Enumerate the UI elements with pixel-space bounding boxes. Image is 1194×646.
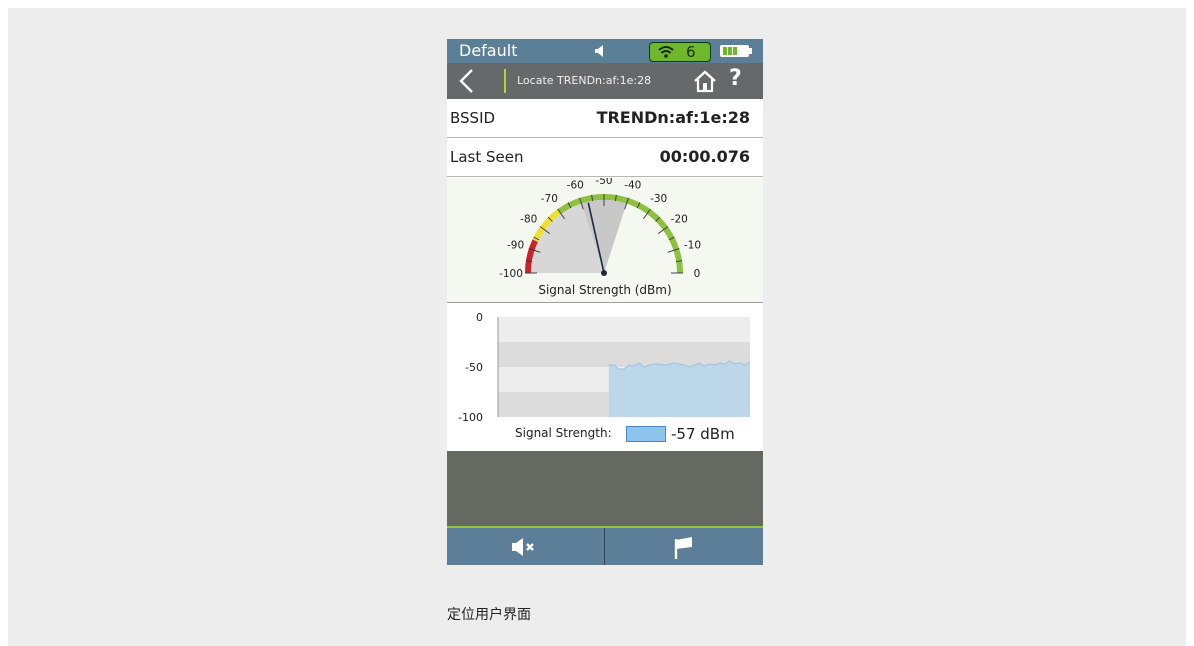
last-seen-value: 00:00.076 xyxy=(659,147,750,166)
nav-title: Locate TRENDn:af:1e:28 xyxy=(517,74,652,87)
legend-value: -57 dBm xyxy=(671,425,735,443)
chart-data-point xyxy=(678,363,680,365)
bssid-row: BSSID TRENDn:af:1e:28 xyxy=(447,99,763,138)
wifi-icon xyxy=(658,46,674,58)
chevron-left-icon[interactable] xyxy=(457,68,477,94)
home-icon[interactable] xyxy=(693,69,717,93)
chart-data-point xyxy=(709,363,711,365)
chart-data-point xyxy=(633,365,635,367)
gauge-tick-label: -80 xyxy=(520,213,537,225)
chart-data-point xyxy=(734,363,736,365)
gauge-caption: Signal Strength (dBm) xyxy=(538,283,672,297)
chart-graphic: 0 -50 -100 xyxy=(458,311,751,424)
chart-data-point xyxy=(673,362,675,364)
chart-data-point xyxy=(653,363,655,365)
empty-panel xyxy=(447,451,763,526)
chart-data-point xyxy=(658,363,660,365)
gauge-tick-label: -10 xyxy=(684,239,701,251)
gauge-tick-label: -70 xyxy=(541,193,558,205)
figure-caption: 定位用户界面 xyxy=(447,607,531,623)
speaker-icon xyxy=(595,45,603,57)
gauge-needle-pivot xyxy=(601,270,607,276)
gauge-tick-label: -60 xyxy=(567,180,584,192)
chart-data-point xyxy=(683,364,685,366)
status-bar: Default 6 xyxy=(447,39,763,63)
signal-history-chart: 0 -50 -100 Signal Strength: -57 dBm xyxy=(447,303,763,452)
gauge-tick-label: -20 xyxy=(671,213,688,225)
chart-data-point xyxy=(749,361,751,363)
gauge-tick-label: 0 xyxy=(694,268,701,280)
chart-area-series xyxy=(608,361,750,417)
chart-data-point xyxy=(744,364,746,366)
nav-divider xyxy=(504,69,506,93)
flag-button[interactable] xyxy=(605,528,763,565)
signal-gauge: -100 -90 -80 -70 -60 -50 -40 -30 -20 -10 0 Signal … xyxy=(447,178,763,303)
bssid-value: TRENDn:af:1e:28 xyxy=(596,108,750,127)
speaker-mute-icon xyxy=(512,538,534,556)
bssid-label: BSSID xyxy=(450,109,496,127)
chart-data-point xyxy=(739,362,741,364)
gauge-tick-label: -40 xyxy=(624,180,641,192)
chart-data-point xyxy=(668,363,670,365)
profile-name: Default xyxy=(459,41,518,60)
chart-data-point xyxy=(719,362,721,364)
legend-label: Signal Strength: xyxy=(515,426,612,440)
chart-data-point xyxy=(699,362,701,364)
device-screen: Default 6 Locate TRENDn:af:1e:28 ? BSSID… xyxy=(447,39,763,565)
help-icon[interactable]: ? xyxy=(729,66,742,91)
chart-data-point xyxy=(689,366,691,368)
chart-data-point xyxy=(694,364,696,366)
bottom-toolbar xyxy=(447,528,763,565)
last-seen-row: Last Seen 00:00.076 xyxy=(447,138,763,177)
chart-data-point xyxy=(643,366,645,368)
chart-data-point xyxy=(648,364,650,366)
gauge-tick-label: -100 xyxy=(499,268,523,280)
chart-y-tick-label: -50 xyxy=(465,361,483,374)
gauge-tick-label: -30 xyxy=(650,193,667,205)
chart-data-point xyxy=(724,363,726,365)
chart-data-point xyxy=(663,364,665,366)
last-seen-label: Last Seen xyxy=(450,148,524,166)
chart-data-point xyxy=(704,365,706,367)
gauge-tick-label: -50 xyxy=(595,178,612,187)
wifi-count: 6 xyxy=(686,43,696,61)
chart-y-tick-label: 0 xyxy=(476,311,483,324)
chart-data-point xyxy=(623,368,625,370)
chart-data-point xyxy=(714,364,716,366)
gauge-tick-label: -90 xyxy=(507,239,524,251)
chart-data-point xyxy=(618,368,620,370)
chart-y-tick-label: -100 xyxy=(458,411,483,424)
chart-data-point xyxy=(613,364,615,366)
battery-icon xyxy=(720,45,752,57)
legend-swatch xyxy=(626,426,666,442)
mute-button[interactable] xyxy=(447,528,604,565)
chart-data-point xyxy=(638,362,640,364)
wifi-indicator[interactable]: 6 xyxy=(649,42,711,62)
chart-data-point xyxy=(628,364,630,366)
flag-icon xyxy=(674,537,692,559)
chart-data-point xyxy=(608,364,610,366)
chart-grid-band xyxy=(498,342,750,367)
chart-data-point xyxy=(729,360,731,362)
nav-bar: Locate TRENDn:af:1e:28 ? xyxy=(447,63,763,99)
